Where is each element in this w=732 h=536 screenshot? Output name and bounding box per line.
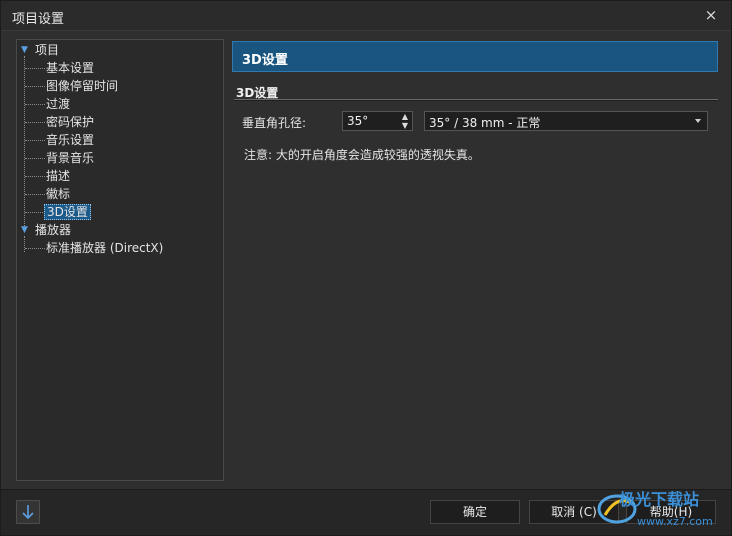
- tree-node-player[interactable]: ▼ 播放器: [20, 222, 71, 239]
- vertical-aperture-spinner[interactable]: 35° ▲ ▼: [342, 111, 413, 131]
- tree-item-label: 基本设置: [46, 61, 95, 75]
- tree-connector: [25, 140, 45, 141]
- tree-item-password[interactable]: 密码保护: [46, 114, 94, 131]
- distortion-note: 注意: 大的开启角度会造成较强的透视失真。: [244, 148, 480, 162]
- tree-item-background-music[interactable]: 背景音乐: [46, 150, 94, 167]
- expanded-triangle-icon[interactable]: ▼: [20, 46, 29, 55]
- project-settings-dialog: 项目设置 × ▼ 项目 基本设置 图像停留时间 过渡 密码保护 音乐设置 背景音…: [0, 0, 732, 536]
- tree-connector: [25, 122, 45, 123]
- panel-title: 3D设置: [242, 53, 288, 68]
- tree-connector: [25, 248, 45, 249]
- watermark-url: www.xz7.com: [637, 515, 713, 528]
- tree-connector: [25, 104, 45, 105]
- tree-item-label: 背景音乐: [46, 151, 95, 165]
- chevron-up-icon[interactable]: ▲: [398, 112, 412, 121]
- settings-tree: ▼ 项目 基本设置 图像停留时间 过渡 密码保护 音乐设置 背景音乐 描述 徽标…: [16, 39, 224, 481]
- close-icon[interactable]: ×: [701, 5, 721, 25]
- expanded-triangle-icon[interactable]: ▼: [20, 226, 29, 235]
- panel-header: 3D设置: [232, 41, 718, 72]
- arrow-down-icon[interactable]: [16, 500, 40, 524]
- select-value: 35° / 38 mm - 正常: [429, 116, 541, 130]
- tree-item-transition[interactable]: 过渡: [46, 96, 70, 113]
- tree-item-label: 图像停留时间: [46, 79, 119, 93]
- window-title: 项目设置: [12, 12, 65, 27]
- tree-connector: [25, 176, 45, 177]
- title-bar: 项目设置 ×: [1, 1, 731, 31]
- dropdown-caret-icon[interactable]: [695, 119, 701, 123]
- tree-item-image-duration[interactable]: 图像停留时间: [46, 78, 118, 95]
- tree-item-3d-settings[interactable]: 3D设置: [44, 204, 91, 221]
- tree-item-description[interactable]: 描述: [46, 168, 70, 185]
- tree-connector: [25, 194, 45, 195]
- tree-item-label: 描述: [46, 169, 71, 183]
- spinner-value: 35°: [347, 114, 369, 128]
- tree-connector: [25, 68, 45, 69]
- tree-item-logo[interactable]: 徽标: [46, 186, 70, 203]
- watermark-text: 极光下载站: [619, 490, 699, 509]
- tree-item-label: 3D设置: [44, 204, 91, 220]
- tree-item-label: 标准播放器 (DirectX): [46, 241, 164, 255]
- ok-button[interactable]: 确定: [430, 500, 520, 524]
- tree-node-project[interactable]: ▼ 项目: [20, 42, 59, 59]
- vertical-aperture-label: 垂直角孔径:: [242, 116, 307, 130]
- tree-item-label: 过渡: [46, 97, 71, 111]
- tree-connector: [25, 212, 45, 213]
- spinner-arrows[interactable]: ▲ ▼: [398, 112, 412, 130]
- watermark-logo: 极光下载站 www.xz7.com: [597, 481, 729, 533]
- tree-item-label: 徽标: [46, 187, 71, 201]
- tree-item-label: 密码保护: [46, 115, 95, 129]
- tree-item-music-settings[interactable]: 音乐设置: [46, 132, 94, 149]
- section-divider: [234, 99, 718, 101]
- chevron-down-icon[interactable]: ▼: [398, 121, 412, 130]
- tree-connector: [24, 56, 25, 228]
- tree-node-label: 播放器: [35, 223, 72, 237]
- tree-item-standard-player[interactable]: 标准播放器 (DirectX): [46, 240, 163, 257]
- aperture-preset-select[interactable]: 35° / 38 mm - 正常: [424, 111, 708, 131]
- tree-node-label: 项目: [35, 43, 60, 57]
- tree-item-basic-settings[interactable]: 基本设置: [46, 60, 94, 77]
- tree-connector: [25, 86, 45, 87]
- tree-item-label: 音乐设置: [46, 133, 95, 147]
- tree-connector: [25, 158, 45, 159]
